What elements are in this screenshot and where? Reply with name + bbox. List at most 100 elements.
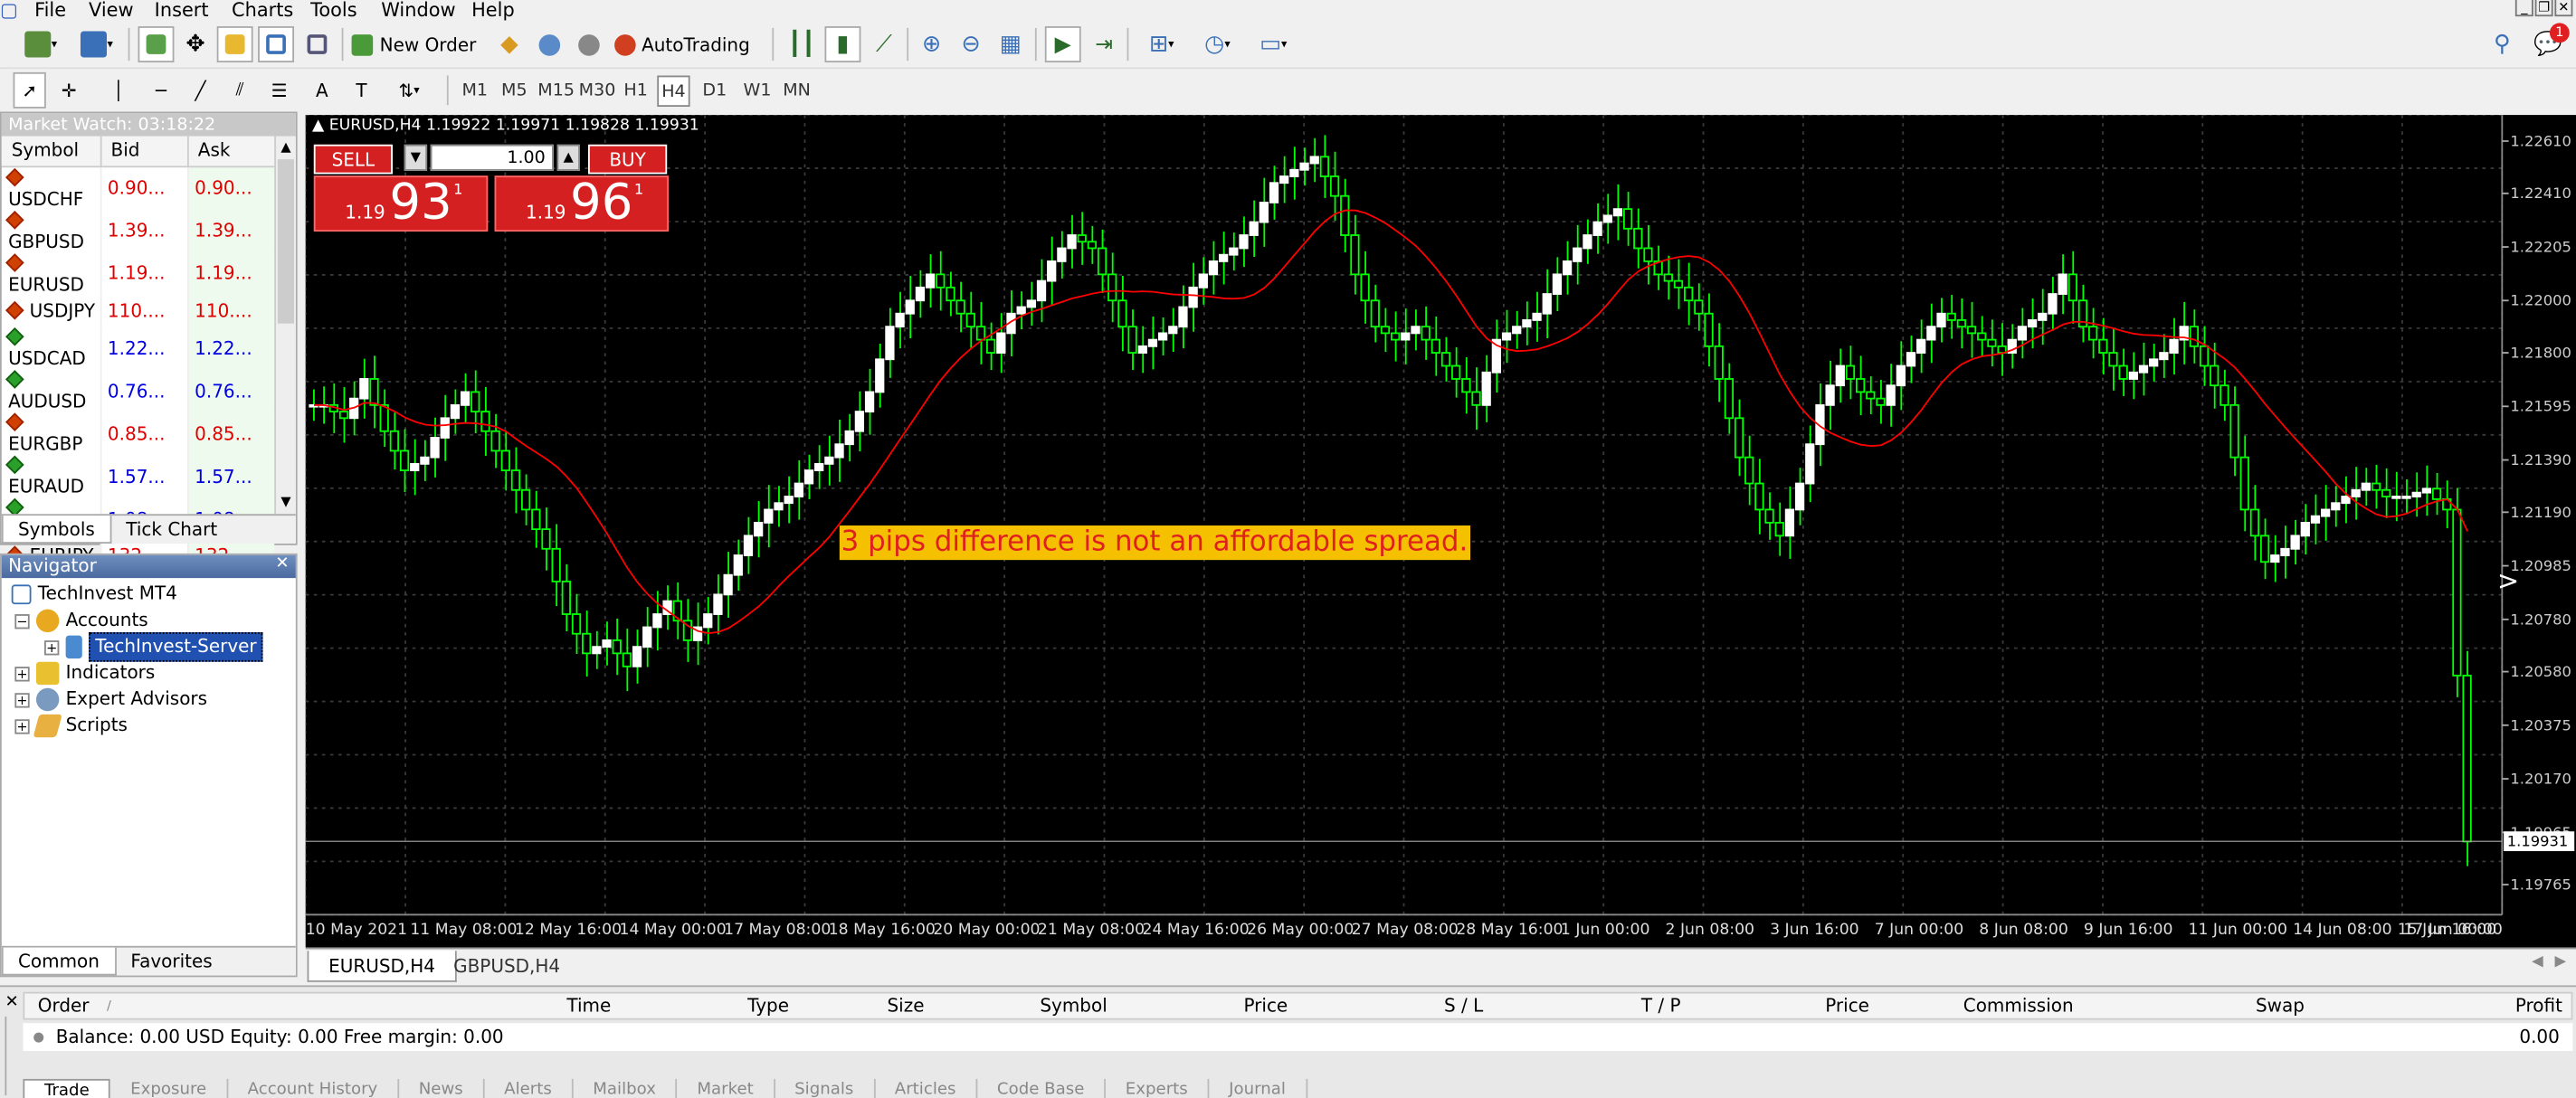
restore-icon[interactable]: ❐ — [2534, 0, 2553, 17]
crosshair-button[interactable]: ✛ — [52, 72, 85, 109]
close-icon[interactable]: ✕ — [275, 555, 289, 573]
text-label-button[interactable]: T — [345, 72, 377, 109]
tab-code-base[interactable]: Code Base — [977, 1078, 1106, 1098]
timeframe-m5[interactable]: M5 — [499, 76, 529, 107]
text-button[interactable]: A — [306, 72, 338, 109]
tab-symbols[interactable]: Symbols — [1, 516, 111, 544]
close-icon[interactable]: ✕ — [5, 993, 18, 1011]
col-ask[interactable]: Ask — [186, 136, 276, 167]
timeframe-mn[interactable]: MN — [780, 76, 813, 107]
search-button[interactable]: ⚲ — [2484, 26, 2520, 62]
tab-scroll-right-icon[interactable]: ▶ — [2555, 954, 2567, 970]
expand-icon[interactable]: + — [14, 666, 30, 681]
market-watch-row[interactable]: AUDUSD 0.76... 0.76... — [2, 369, 275, 412]
tab-mailbox[interactable]: Mailbox — [573, 1078, 678, 1098]
terminal-side-handle[interactable] — [5, 1016, 18, 1096]
market-watch-row[interactable]: EURAUD 1.57... 1.57... — [2, 455, 275, 498]
timeframe-w1[interactable]: W1 — [741, 76, 774, 107]
col-order[interactable]: Order — [38, 993, 90, 1019]
candlestick-button[interactable]: ▮ — [824, 26, 861, 62]
col-swap[interactable]: Swap — [2256, 993, 2305, 1019]
zoom-in-button[interactable]: ⊕ — [914, 26, 950, 62]
strategy-tester-button[interactable] — [299, 26, 335, 62]
vertical-line-button[interactable]: │ — [102, 72, 135, 109]
fibonacci-button[interactable]: ☰ — [263, 72, 296, 109]
col-tp[interactable]: T / P — [1641, 993, 1681, 1019]
menu-tools[interactable]: Tools — [310, 0, 356, 22]
chart-shift-button[interactable]: ⇥ — [1086, 26, 1122, 62]
market-watch-row[interactable]: EURGBP 0.85... 0.85... — [2, 412, 275, 456]
scroll-up-icon[interactable]: ▲ — [278, 139, 294, 156]
tree-expert-advisors[interactable]: + Expert Advisors — [14, 686, 207, 713]
lot-input[interactable]: 1.00 — [430, 144, 554, 171]
col-profit[interactable]: Profit — [2515, 993, 2562, 1019]
market-watch-row[interactable]: EURUSD 1.19... 1.19... — [2, 251, 275, 295]
tab-news[interactable]: News — [399, 1078, 485, 1098]
trendline-button[interactable]: ╱ — [184, 72, 216, 109]
cursor-button[interactable]: ➚ — [13, 71, 46, 109]
menu-window[interactable]: Window — [381, 0, 455, 22]
tab-common[interactable]: Common — [1, 947, 117, 976]
expand-icon[interactable]: + — [14, 692, 30, 707]
line-chart-button[interactable]: ⟋ — [866, 26, 902, 62]
market-watch-row[interactable]: USDJPY 110.... 110.... — [2, 294, 275, 327]
lot-decrease-icon[interactable]: ▼ — [404, 144, 428, 171]
buy-price[interactable]: 1.19 96 1 — [494, 174, 669, 232]
market-watch-row[interactable]: USDCAD 1.22... 1.22... — [2, 327, 275, 370]
expand-icon[interactable]: + — [44, 639, 60, 655]
market-watch-scrollbar[interactable]: ▲ ▼ — [274, 136, 296, 515]
signals-button[interactable] — [532, 26, 565, 62]
periods-button[interactable]: ◷ ▾ — [1193, 26, 1241, 62]
market-watch-row[interactable]: GBPUSD 1.39... 1.39... — [2, 209, 275, 252]
terminal-button[interactable] — [258, 26, 295, 62]
chart-shift-marker-icon[interactable]: > — [2497, 565, 2519, 596]
col-time[interactable]: Time — [566, 993, 611, 1019]
tree-indicators[interactable]: + Indicators — [14, 660, 155, 686]
menu-help[interactable]: Help — [471, 0, 515, 22]
market-button[interactable] — [572, 26, 604, 62]
channel-button[interactable]: ⫽ — [223, 72, 256, 109]
templates-button[interactable]: ▭ ▾ — [1249, 26, 1298, 62]
new-chart-button[interactable]: ▾ — [14, 26, 70, 62]
notifications-button[interactable]: 💬 1 — [2527, 23, 2570, 62]
timeframe-m1[interactable]: M1 — [460, 76, 490, 107]
timeframe-m15[interactable]: M15 — [537, 76, 575, 107]
data-window-button[interactable]: ✥ — [177, 26, 214, 62]
chart-window[interactable]: 1.22610 1.22410 1.22205 1.22000 1.21800 1.215… — [305, 115, 2576, 948]
col-sl[interactable]: S / L — [1444, 993, 1483, 1019]
balance-row[interactable]: ● Balance: 0.00 USD Equity: 0.00 Free ma… — [23, 1023, 2573, 1052]
autoscroll-button[interactable]: ▶ — [1044, 26, 1081, 62]
sell-price[interactable]: 1.19 93 1 — [313, 174, 489, 232]
tab-favorites[interactable]: Favorites — [116, 948, 227, 976]
buy-button[interactable]: BUY — [588, 144, 668, 175]
zoom-out-button[interactable]: ⊖ — [953, 26, 989, 62]
tab-tick-chart[interactable]: Tick Chart — [111, 516, 233, 544]
shapes-button[interactable]: ⇅ ▾ — [385, 72, 433, 109]
tab-account-history[interactable]: Account History — [228, 1078, 399, 1098]
tree-root[interactable]: TechInvest MT4 — [11, 582, 177, 608]
sell-button[interactable]: SELL — [313, 144, 393, 175]
minimize-icon[interactable]: _ — [2514, 0, 2533, 17]
menu-charts[interactable]: Charts — [232, 0, 293, 22]
col-size[interactable]: Size — [887, 993, 924, 1019]
col-price[interactable]: Price — [1243, 993, 1288, 1019]
timeframe-d1[interactable]: D1 — [699, 76, 729, 107]
timeframe-m30[interactable]: M30 — [578, 76, 616, 107]
metaeditor-button[interactable]: ◆ — [493, 26, 526, 62]
tab-gbpusd-h4[interactable]: GBPUSD,H4 — [433, 951, 580, 981]
col-symbol[interactable]: Symbol — [1040, 993, 1107, 1019]
market-watch-button[interactable] — [138, 26, 175, 62]
menu-insert[interactable]: Insert — [155, 0, 209, 22]
market-watch-row[interactable]: USDCHF 0.90... 0.90... — [2, 166, 275, 210]
tab-scroll-left-icon[interactable]: ◀ — [2532, 954, 2543, 970]
close-icon[interactable]: ✕ — [2554, 0, 2573, 17]
app-icon[interactable]: ▢ — [0, 0, 18, 22]
expand-icon[interactable]: + — [14, 718, 30, 734]
autotrading-button[interactable]: AutoTrading — [611, 26, 752, 62]
tree-accounts[interactable]: − Accounts — [14, 608, 148, 634]
scroll-down-icon[interactable]: ▼ — [278, 495, 294, 511]
scroll-thumb[interactable] — [277, 159, 295, 324]
tab-journal[interactable]: Journal — [1209, 1078, 1307, 1098]
tab-trade[interactable]: Trade — [23, 1078, 111, 1098]
col-commission[interactable]: Commission — [1963, 993, 2074, 1019]
